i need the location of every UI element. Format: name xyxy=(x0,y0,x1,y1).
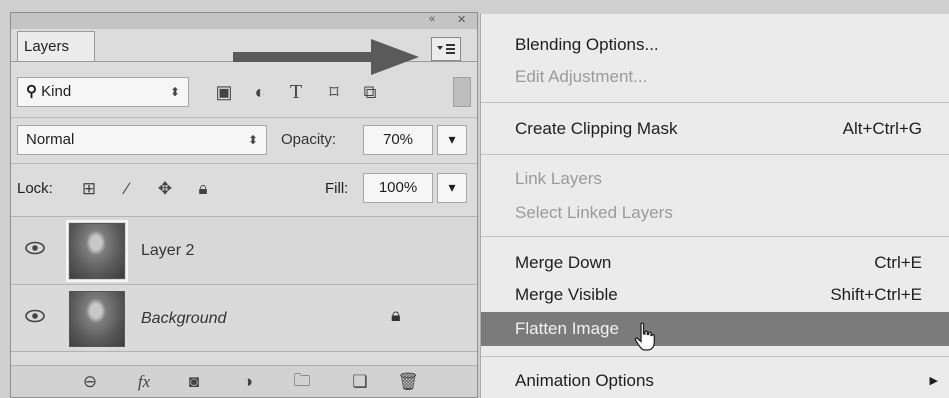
menu-item-shortcut: Shift+Ctrl+E xyxy=(830,285,922,304)
layer-name[interactable]: Layer 2 xyxy=(141,217,194,285)
panel-title-strip: « ✕ xyxy=(11,13,477,29)
opacity-input[interactable]: 70% xyxy=(363,125,433,155)
menu-item-animation-options[interactable]: Animation Options ▶ xyxy=(481,364,949,398)
menu-item-shortcut: Ctrl+E xyxy=(874,253,922,272)
menu-item-label: Link Layers xyxy=(515,169,602,188)
select-arrows-icon: ⬍ xyxy=(169,85,180,99)
arrow-annotation-icon xyxy=(233,39,419,75)
mouse-cursor-icon xyxy=(634,322,655,351)
delete-layer-trash-icon[interactable]: 🗑︎ xyxy=(395,369,421,395)
menu-separator xyxy=(481,356,949,357)
lock-all-padlock-icon[interactable]: 🔒︎ xyxy=(191,177,215,201)
new-layer-icon[interactable]: ❏ xyxy=(347,369,373,395)
menu-item-label: Merge Visible xyxy=(515,285,618,304)
layer-row-layer-2[interactable]: Layer 2 xyxy=(11,216,477,284)
smart-object-filter-icon[interactable]: ⧉ xyxy=(357,79,383,105)
menu-item-label: Edit Adjustment... xyxy=(515,67,648,86)
lock-image-pixels-brush-icon[interactable]: ⁄ xyxy=(115,177,139,201)
adjustment-layer-filter-icon[interactable]: ◐ xyxy=(247,79,273,105)
link-layers-icon[interactable]: ⊖ xyxy=(77,369,103,395)
layer-name[interactable]: Background xyxy=(141,285,226,353)
select-arrows-icon: ⬍ xyxy=(247,133,258,147)
panel-menu-icon xyxy=(437,44,455,54)
fill-input[interactable]: 100% xyxy=(363,173,433,203)
filter-kind-value: Kind xyxy=(41,83,72,100)
lock-transparent-pixels-icon[interactable]: ⊞ xyxy=(77,177,101,201)
new-group-folder-icon[interactable]: 🗀︎ xyxy=(289,369,315,395)
pixel-layer-filter-icon[interactable]: ▣ xyxy=(211,79,237,105)
type-layer-filter-icon[interactable]: T xyxy=(283,79,309,105)
menu-item-select-linked-layers: Select Linked Layers xyxy=(481,196,949,230)
blend-mode-value: Normal xyxy=(26,131,75,148)
shape-layer-filter-icon[interactable]: ⌑ xyxy=(321,79,347,105)
adjustment-layer-icon[interactable]: ◑ xyxy=(235,369,261,395)
opacity-label: Opacity: xyxy=(281,131,337,148)
layer-thumbnail[interactable] xyxy=(69,291,125,347)
menu-item-label: Merge Down xyxy=(515,253,612,272)
lock-position-move-icon[interactable]: ✥ xyxy=(153,177,177,201)
opacity-dropdown-button[interactable]: ▾ xyxy=(437,125,467,155)
fx-layer-style-icon[interactable]: fx xyxy=(131,369,157,395)
blend-mode-select[interactable]: Normal ⬍ xyxy=(17,125,267,155)
layer-row-background[interactable]: Background 🔒︎ xyxy=(11,284,477,352)
panel-menu-button[interactable] xyxy=(431,37,461,61)
layer-thumbnail[interactable] xyxy=(66,220,128,282)
menu-item-edit-adjustment: Edit Adjustment... xyxy=(481,60,949,94)
menu-separator xyxy=(481,102,949,103)
menu-separator xyxy=(481,236,949,237)
layer-context-menu: Blending Options... Edit Adjustment... C… xyxy=(480,14,949,398)
fill-label: Fill: xyxy=(325,180,349,197)
menu-item-label: Blending Options... xyxy=(515,35,659,54)
menu-item-flatten-image[interactable]: Flatten Image xyxy=(481,312,949,346)
layers-panel: « ✕ Layers ⚲ Kind ⬍ ▣ ◐ T ⌑ ⧉ Normal ⬍ O… xyxy=(10,12,478,398)
menu-item-label: Flatten Image xyxy=(515,319,619,338)
menu-item-merge-visible[interactable]: Merge Visible Shift+Ctrl+E xyxy=(481,278,949,312)
menu-item-create-clipping-mask[interactable]: Create Clipping Mask Alt+Ctrl+G xyxy=(481,112,949,146)
collapse-icon[interactable]: « xyxy=(429,13,435,25)
menu-item-shortcut: Alt+Ctrl+G xyxy=(842,119,922,138)
visibility-eye-icon[interactable] xyxy=(25,309,45,323)
divider xyxy=(11,117,477,118)
filter-toggle-switch[interactable] xyxy=(453,77,471,107)
menu-item-label: Create Clipping Mask xyxy=(515,119,678,138)
menu-separator xyxy=(481,154,949,155)
menu-item-blending-options[interactable]: Blending Options... xyxy=(481,28,949,62)
tab-layers[interactable]: Layers xyxy=(17,31,95,61)
search-icon: ⚲ xyxy=(26,83,37,100)
visibility-eye-icon[interactable] xyxy=(25,241,45,255)
menu-item-label: Animation Options xyxy=(515,371,654,390)
divider xyxy=(11,163,477,164)
layer-locked-icon: 🔒︎ xyxy=(391,305,401,325)
fill-dropdown-button[interactable]: ▾ xyxy=(437,173,467,203)
submenu-arrow-icon: ▶ xyxy=(929,375,938,387)
filter-kind-select[interactable]: ⚲ Kind ⬍ xyxy=(17,77,189,107)
menu-item-label: Select Linked Layers xyxy=(515,203,673,222)
add-mask-icon[interactable]: ◙ xyxy=(181,369,207,395)
close-icon[interactable]: ✕ xyxy=(457,13,466,26)
lock-label: Lock: xyxy=(17,180,53,197)
menu-item-link-layers: Link Layers xyxy=(481,162,949,196)
menu-item-merge-down[interactable]: Merge Down Ctrl+E xyxy=(481,246,949,280)
